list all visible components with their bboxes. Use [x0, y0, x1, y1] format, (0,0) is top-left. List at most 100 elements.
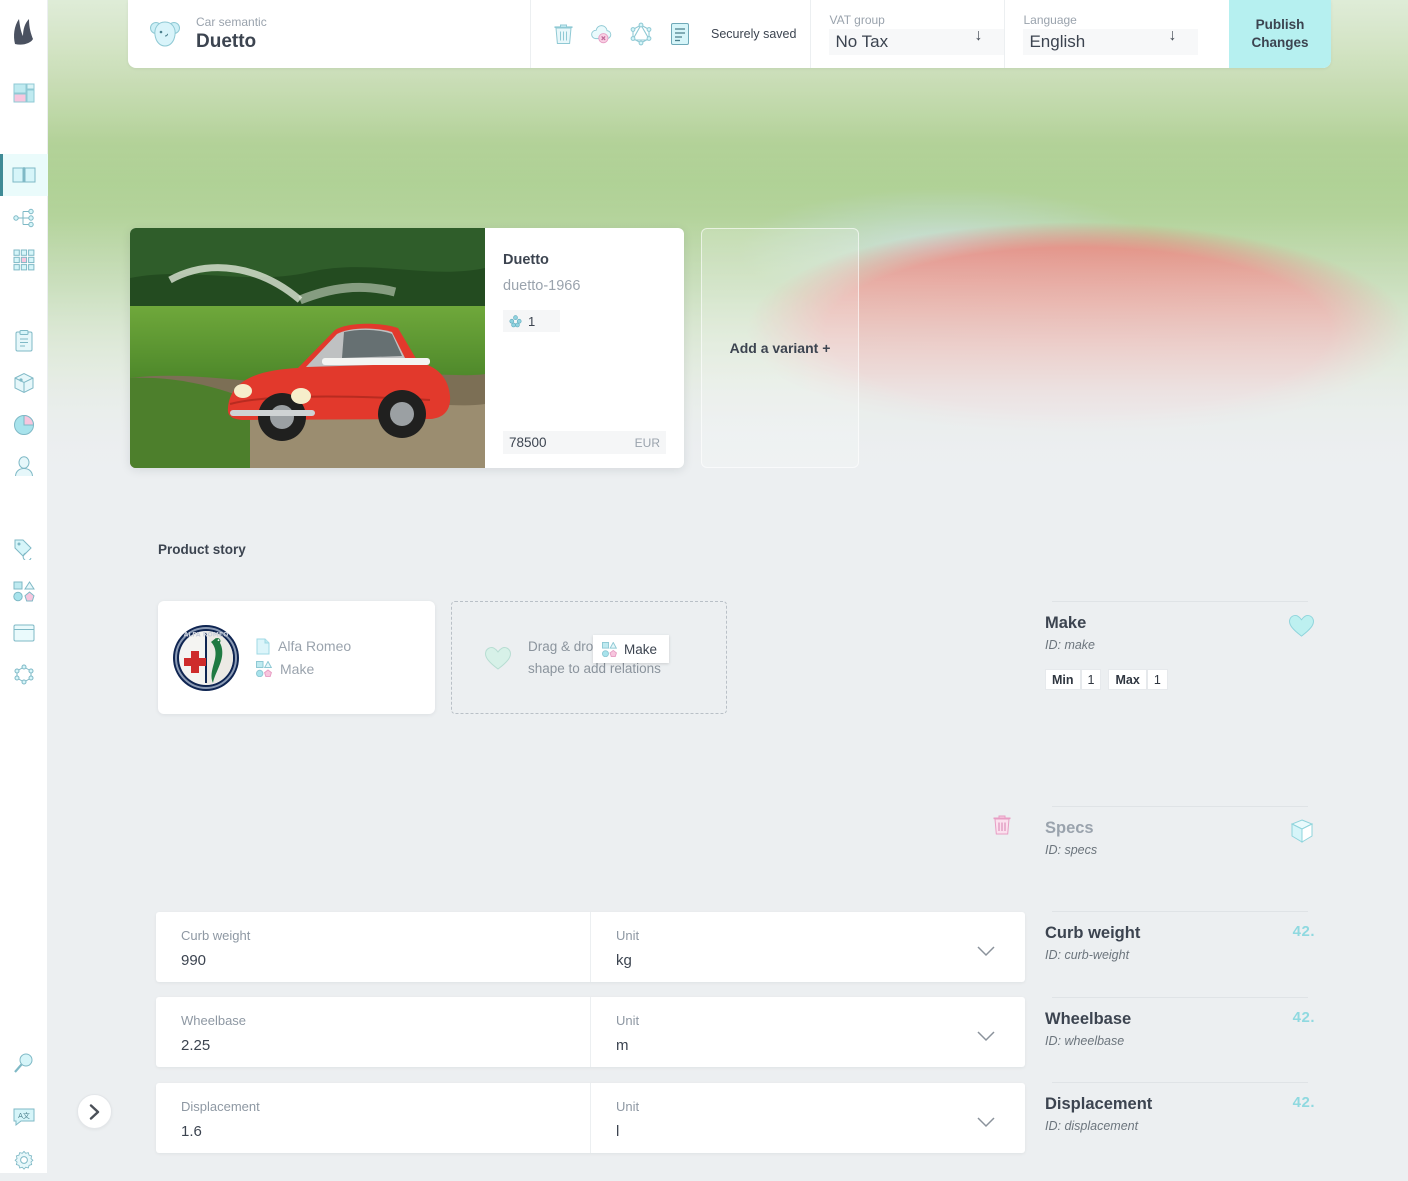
attribute-row-wheelbase[interactable]: Wheelbase 2.25 Unit m — [156, 997, 1025, 1067]
shape-item-id: ID: make — [1045, 638, 1096, 652]
relation-meta: Alfa Romeo Make — [256, 635, 351, 681]
shape-item-id: ID: displacement — [1045, 1119, 1139, 1133]
attribute-value: 990 — [181, 952, 207, 969]
graphql-icon[interactable] — [629, 21, 653, 47]
chevron-down-icon[interactable] — [977, 1031, 995, 1042]
sidebar-item-inventory[interactable] — [0, 362, 48, 404]
page-title: Duetto — [196, 31, 257, 52]
attribute-unit-select[interactable]: Unit m — [591, 997, 1025, 1067]
shape-divider — [1052, 806, 1308, 807]
delete-icon[interactable] — [551, 21, 575, 47]
add-variant-button[interactable]: Add a variant + — [701, 228, 859, 468]
next-page-button[interactable] — [77, 1094, 112, 1129]
taxonomy-tree-icon — [13, 208, 35, 228]
sidebar-item-integrations[interactable] — [0, 654, 48, 696]
sidebar-item-taxonomy[interactable] — [0, 197, 48, 239]
document-eyebrow: Car semantic — [196, 15, 267, 29]
min-label: Min — [1045, 669, 1081, 690]
tag-price-icon — [13, 538, 35, 560]
relation-dropzone[interactable]: Drag & drop shape to add relations Make — [451, 601, 727, 714]
chunk-3d-icon — [1289, 818, 1315, 844]
relation-name-label: Alfa Romeo — [278, 638, 352, 654]
shape-divider — [1052, 997, 1308, 998]
heart-icon — [1288, 613, 1315, 638]
cloud-unpublish-icon[interactable] — [590, 21, 614, 47]
cube-inventory-icon — [13, 372, 35, 394]
document-list-icon[interactable] — [668, 21, 692, 47]
relation-card[interactable]: ALFA ROMEO Alfa Romeo Make — [158, 601, 435, 714]
chevron-down-icon[interactable]: ↓ — [974, 27, 982, 45]
shape-item-make[interactable]: Make ID: make Min 1 Max 1 — [1045, 613, 1315, 690]
chevron-down-icon[interactable] — [977, 946, 995, 957]
vat-group-select[interactable]: VAT group No Tax ↓ — [811, 0, 1005, 68]
sidebar-item-analytics[interactable] — [0, 404, 48, 446]
max-value[interactable]: 1 — [1146, 669, 1168, 690]
shape-chip-make[interactable]: Make — [593, 635, 670, 663]
unit-label: Unit — [616, 1099, 640, 1114]
attribute-value-field[interactable]: Displacement 1.6 — [156, 1083, 591, 1153]
attribute-value-field[interactable]: Curb weight 990 — [156, 912, 591, 982]
attribute-row-curb-weight[interactable]: Curb weight 990 Unit kg — [156, 912, 1025, 982]
publish-changes-button[interactable]: Publish Changes — [1229, 0, 1331, 68]
cardinality-controls[interactable]: Min 1 Max 1 — [1045, 669, 1315, 690]
chevron-down-icon[interactable]: ↓ — [1168, 27, 1176, 45]
relation-item-name: Alfa Romeo — [256, 635, 351, 658]
shape-item-wheelbase[interactable]: Wheelbase ID: wheelbase 42. — [1045, 1009, 1315, 1048]
attribute-label: Displacement — [181, 1099, 260, 1114]
shape-divider — [1052, 1082, 1308, 1083]
shape-item-name: Specs — [1045, 819, 1094, 837]
min-value[interactable]: 1 — [1080, 669, 1102, 690]
gear-icon — [13, 1149, 35, 1171]
variant-image — [130, 228, 485, 468]
variant-stock[interactable]: 1 — [503, 310, 560, 332]
attribute-unit-select[interactable]: Unit kg — [591, 912, 1025, 982]
variant-currency: EUR — [634, 435, 660, 450]
dashboard-icon — [13, 83, 35, 103]
pie-chart-icon — [13, 414, 35, 436]
search-icon — [13, 1052, 35, 1074]
sidebar-item-pricing[interactable] — [0, 528, 48, 570]
svg-text:A文: A文 — [18, 1111, 30, 1120]
sidebar-item-shapes[interactable] — [0, 570, 48, 612]
koala-avatar-icon — [148, 17, 182, 51]
translate-icon: A文 — [12, 1107, 36, 1127]
top-toolbar: Car semantic Duetto Securely saved VAT g… — [128, 0, 1331, 68]
number-42-icon: 42. — [1292, 923, 1315, 940]
attribute-value-field[interactable]: Wheelbase 2.25 — [156, 997, 591, 1067]
sidebar-item-matrix[interactable] — [0, 239, 48, 281]
settings-nodes-icon — [12, 664, 36, 686]
variant-price-value: 78500 — [509, 435, 547, 450]
sidebar-item-dashboard[interactable] — [0, 72, 48, 114]
chevron-down-icon[interactable] — [977, 1117, 995, 1128]
attribute-unit-select[interactable]: Unit l — [591, 1083, 1025, 1153]
add-variant-label: Add a variant + — [729, 340, 831, 356]
attribute-value: 2.25 — [181, 1037, 211, 1054]
sidebar-item-orders[interactable] — [0, 320, 48, 362]
variant-card[interactable]: Duetto duetto-1966 1 78500 EUR — [130, 228, 684, 468]
relation-item-shape: Make — [256, 658, 351, 681]
document-icon — [256, 638, 270, 655]
delete-component-icon[interactable] — [993, 814, 1013, 836]
shape-item-displacement[interactable]: Displacement ID: displacement 42. — [1045, 1094, 1315, 1133]
app-logo[interactable] — [0, 10, 48, 54]
catalog-book-icon — [12, 165, 36, 185]
sidebar-item-customers[interactable] — [0, 446, 48, 488]
number-42-icon: 42. — [1292, 1009, 1315, 1026]
attribute-row-displacement[interactable]: Displacement 1.6 Unit l — [156, 1083, 1025, 1153]
shape-item-specs[interactable]: Specs ID: specs — [1045, 818, 1315, 857]
unit-value: l — [616, 1123, 620, 1140]
toolbar-actions: Securely saved — [531, 0, 810, 68]
unit-value: m — [616, 1037, 629, 1054]
language-select[interactable]: Language English ↓ — [1005, 0, 1199, 68]
sidebar-item-settings[interactable] — [0, 1139, 48, 1181]
sidebar-item-search[interactable] — [0, 1042, 48, 1084]
sidebar-item-translations[interactable]: A文 — [0, 1096, 48, 1138]
shape-item-id: ID: specs — [1045, 843, 1098, 857]
document-title-block: Car semantic Duetto — [128, 0, 530, 68]
sidebar-item-layouts[interactable] — [0, 612, 48, 654]
unit-label: Unit — [616, 928, 640, 943]
shape-item-curb-weight[interactable]: Curb weight ID: curb-weight 42. — [1045, 923, 1315, 962]
variant-price-field[interactable]: 78500 EUR — [503, 431, 666, 454]
sidebar-item-catalog[interactable] — [0, 154, 48, 196]
chevron-right-icon — [89, 1103, 100, 1120]
